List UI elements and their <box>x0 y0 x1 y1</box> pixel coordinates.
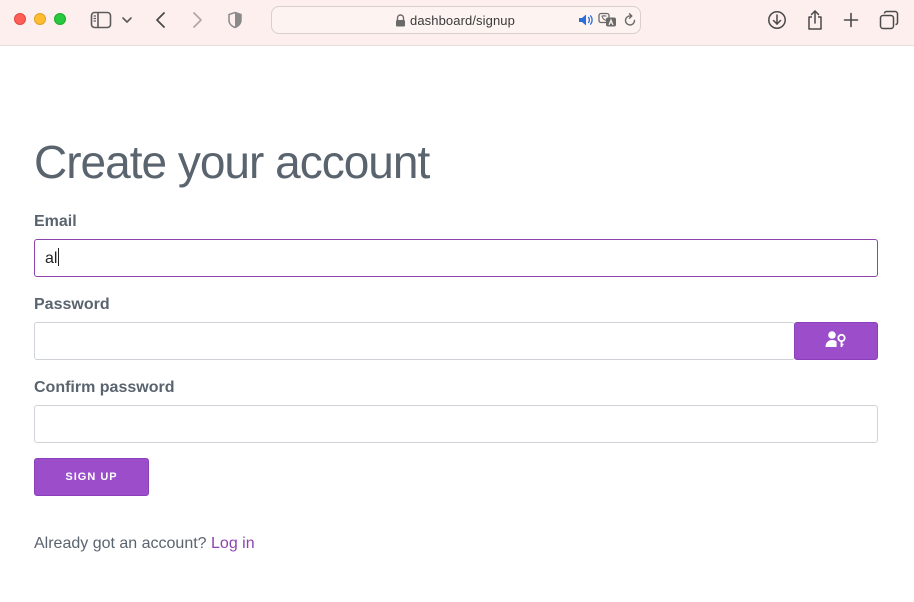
download-icon <box>767 10 787 30</box>
share-icon <box>806 9 824 31</box>
reload-icon[interactable] <box>624 13 637 32</box>
login-prompt: Already got an account? Log in <box>34 534 255 554</box>
password-label: Password <box>34 296 110 313</box>
text-caret <box>58 248 60 266</box>
downloads-button[interactable] <box>767 8 787 32</box>
plus-icon <box>843 12 859 28</box>
back-arrow-icon <box>154 11 168 29</box>
sidebar-toggle-button[interactable] <box>90 8 112 32</box>
privacy-report-button[interactable] <box>227 8 243 32</box>
password-generator-button[interactable] <box>794 322 878 360</box>
email-label: Email <box>34 213 77 230</box>
translate-icon[interactable] <box>598 12 618 33</box>
sidebar-icon <box>90 11 112 29</box>
speaker-icon[interactable] <box>578 13 594 32</box>
forward-arrow-icon <box>190 11 204 29</box>
user-key-icon <box>825 330 847 353</box>
signup-button[interactable]: SIGN UP <box>34 458 149 496</box>
confirm-password-field[interactable] <box>34 405 878 443</box>
confirm-password-label: Confirm password <box>34 379 175 396</box>
password-field[interactable] <box>34 322 795 360</box>
back-button[interactable] <box>154 8 168 32</box>
browser-toolbar: dashboard/signup <box>0 0 914 46</box>
share-button[interactable] <box>806 8 824 32</box>
chevron-down-icon <box>121 15 133 25</box>
tab-overview-button[interactable] <box>879 8 899 32</box>
lock-icon <box>395 14 406 32</box>
zoom-window-button[interactable] <box>54 13 66 25</box>
page-title: Create your account <box>34 136 430 188</box>
tabs-overview-icon <box>879 10 899 30</box>
new-tab-button[interactable] <box>843 8 859 32</box>
forward-button[interactable] <box>190 8 204 32</box>
minimize-window-button[interactable] <box>34 13 46 25</box>
email-field[interactable] <box>34 239 878 277</box>
shield-icon <box>227 11 243 29</box>
address-bar[interactable]: dashboard/signup <box>271 6 641 34</box>
close-window-button[interactable] <box>14 13 26 25</box>
login-link[interactable]: Log in <box>211 535 255 552</box>
login-prompt-text: Already got an account? <box>34 535 207 552</box>
email-field-value: al <box>45 248 60 267</box>
sidebar-menu-button[interactable] <box>121 8 133 32</box>
address-url: dashboard/signup <box>410 13 515 28</box>
